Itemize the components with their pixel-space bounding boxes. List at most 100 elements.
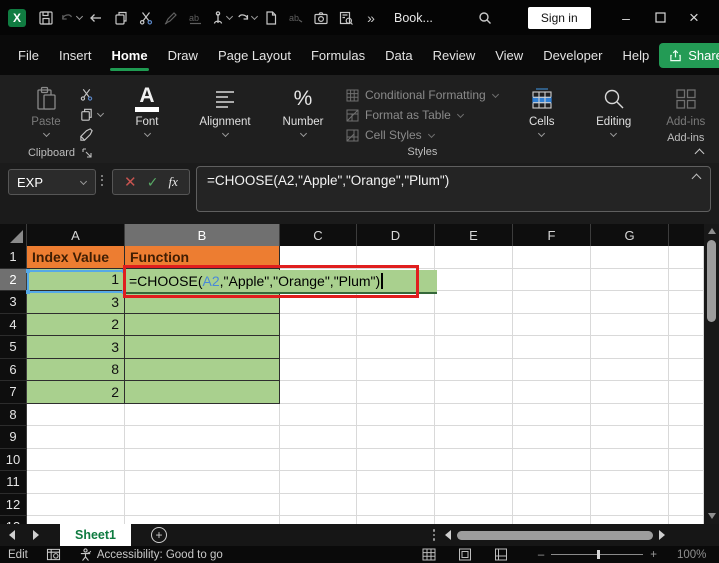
cell[interactable] [125,449,280,472]
cell[interactable] [280,314,357,337]
cell[interactable] [513,471,591,494]
macro-record-button[interactable] [46,548,61,561]
cut-icon[interactable] [134,6,158,30]
cell[interactable] [513,516,591,524]
column-header-e[interactable]: E [435,224,513,246]
zoom-handle[interactable] [597,550,600,559]
name-box[interactable]: EXP [8,169,96,195]
cell[interactable] [357,471,435,494]
normal-view-icon[interactable] [422,548,436,561]
zoom-in-icon[interactable]: + [650,549,657,561]
row-header-12[interactable]: 12 [0,494,27,517]
cell[interactable] [357,381,435,404]
cut-button[interactable] [79,86,104,102]
cell[interactable] [591,516,669,524]
cell-b6[interactable] [125,359,280,382]
cell[interactable] [591,494,669,517]
tab-help[interactable]: Help [612,35,659,75]
row-header-1[interactable]: 1 [0,246,27,269]
accessibility-status[interactable]: Accessibility: Good to go [79,548,223,562]
cell-a7[interactable]: 2 [27,381,125,404]
row-header-3[interactable]: 3 [0,291,27,314]
number-button[interactable]: % Number [274,80,332,138]
cell[interactable] [435,471,513,494]
row-header-8[interactable]: 8 [0,404,27,427]
cell-b1[interactable]: Function [125,246,280,269]
tab-file[interactable]: File [8,35,49,75]
formula-input[interactable]: =CHOOSE(A2,"Apple","Orange","Plum") [196,166,711,212]
row-header-5[interactable]: 5 [0,336,27,359]
cell[interactable] [280,291,357,314]
excel-logo-icon[interactable]: X [8,9,26,27]
redo-icon[interactable] [234,6,258,30]
cell[interactable] [435,449,513,472]
cell[interactable] [280,359,357,382]
collapse-ribbon-icon[interactable] [695,147,705,155]
cell[interactable] [357,516,435,524]
tab-page-layout[interactable]: Page Layout [208,35,301,75]
alignment-button[interactable]: Alignment [190,80,260,138]
cell[interactable] [357,359,435,382]
row-header-7[interactable]: 7 [0,381,27,404]
cell[interactable] [27,404,125,427]
addins-button[interactable]: Add-ins [657,80,715,128]
save-icon[interactable] [34,6,58,30]
expand-formula-bar-icon[interactable] [692,173,702,181]
cell-styles-button[interactable]: Cell Styles [346,128,499,142]
cell[interactable] [513,246,591,269]
row-header-10[interactable]: 10 [0,449,27,472]
cell[interactable] [27,426,125,449]
tab-developer[interactable]: Developer [533,35,612,75]
horizontal-scrollbar-thumb[interactable] [457,531,653,540]
row-header-6[interactable]: 6 [0,359,27,382]
share-button[interactable]: Share [659,43,719,68]
minimize-button[interactable]: – [609,3,643,33]
cell[interactable] [280,449,357,472]
cell[interactable] [27,494,125,517]
previous-sheet-icon[interactable] [9,530,15,540]
cell[interactable] [357,449,435,472]
tab-review[interactable]: Review [423,35,486,75]
cell[interactable] [513,291,591,314]
cell[interactable] [27,471,125,494]
cell[interactable] [591,291,669,314]
cell[interactable] [125,471,280,494]
insert-function-icon[interactable]: fx [169,174,178,190]
cell[interactable] [280,404,357,427]
column-header-c[interactable]: C [280,224,357,246]
tab-view[interactable]: View [485,35,533,75]
sign-in-button[interactable]: Sign in [528,7,591,29]
cell[interactable] [357,246,435,269]
paste-button[interactable]: Paste [17,80,75,138]
cell-a6[interactable]: 8 [27,359,125,382]
page-layout-view-icon[interactable] [458,548,472,561]
cell[interactable] [435,314,513,337]
cell-b4[interactable] [125,314,280,337]
cell[interactable] [435,246,513,269]
enter-icon[interactable]: ✓ [147,174,159,191]
sheet-tab-sheet1[interactable]: Sheet1 [60,524,131,546]
sheetbar-options-dots-icon[interactable] [433,527,436,543]
cell[interactable] [435,269,513,292]
row-header-11[interactable]: 11 [0,471,27,494]
cell[interactable] [125,516,280,524]
cell[interactable] [357,336,435,359]
column-header-a[interactable]: A [27,224,125,246]
tab-draw[interactable]: Draw [158,35,208,75]
cell[interactable] [280,516,357,524]
cell-mode-indicator[interactable]: Edit [8,549,28,561]
tab-formulas[interactable]: Formulas [301,35,375,75]
cells-button[interactable]: Cells [513,80,571,138]
back-icon[interactable] [84,6,108,30]
cell[interactable] [513,336,591,359]
cell[interactable] [591,359,669,382]
workbook-statistics-icon[interactable] [334,6,358,30]
cell-b7[interactable] [125,381,280,404]
cell[interactable] [435,404,513,427]
next-sheet-icon[interactable] [33,530,39,540]
scroll-up-icon[interactable] [708,228,716,234]
cell[interactable] [513,494,591,517]
cell[interactable] [591,336,669,359]
cell[interactable] [280,426,357,449]
cell[interactable] [27,449,125,472]
